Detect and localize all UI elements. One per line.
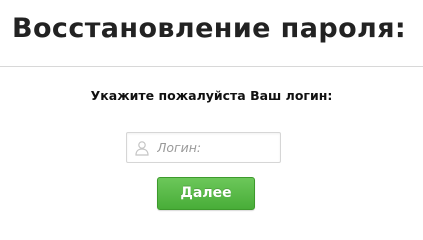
title-divider <box>0 66 423 67</box>
login-input[interactable] <box>157 133 277 162</box>
page-title: Восстановление пароля: <box>12 13 407 44</box>
login-field[interactable] <box>126 132 281 163</box>
user-icon <box>135 141 149 156</box>
next-button[interactable]: Далее <box>157 177 255 210</box>
login-prompt: Укажите пожалуйста Ваш логин: <box>90 88 333 103</box>
